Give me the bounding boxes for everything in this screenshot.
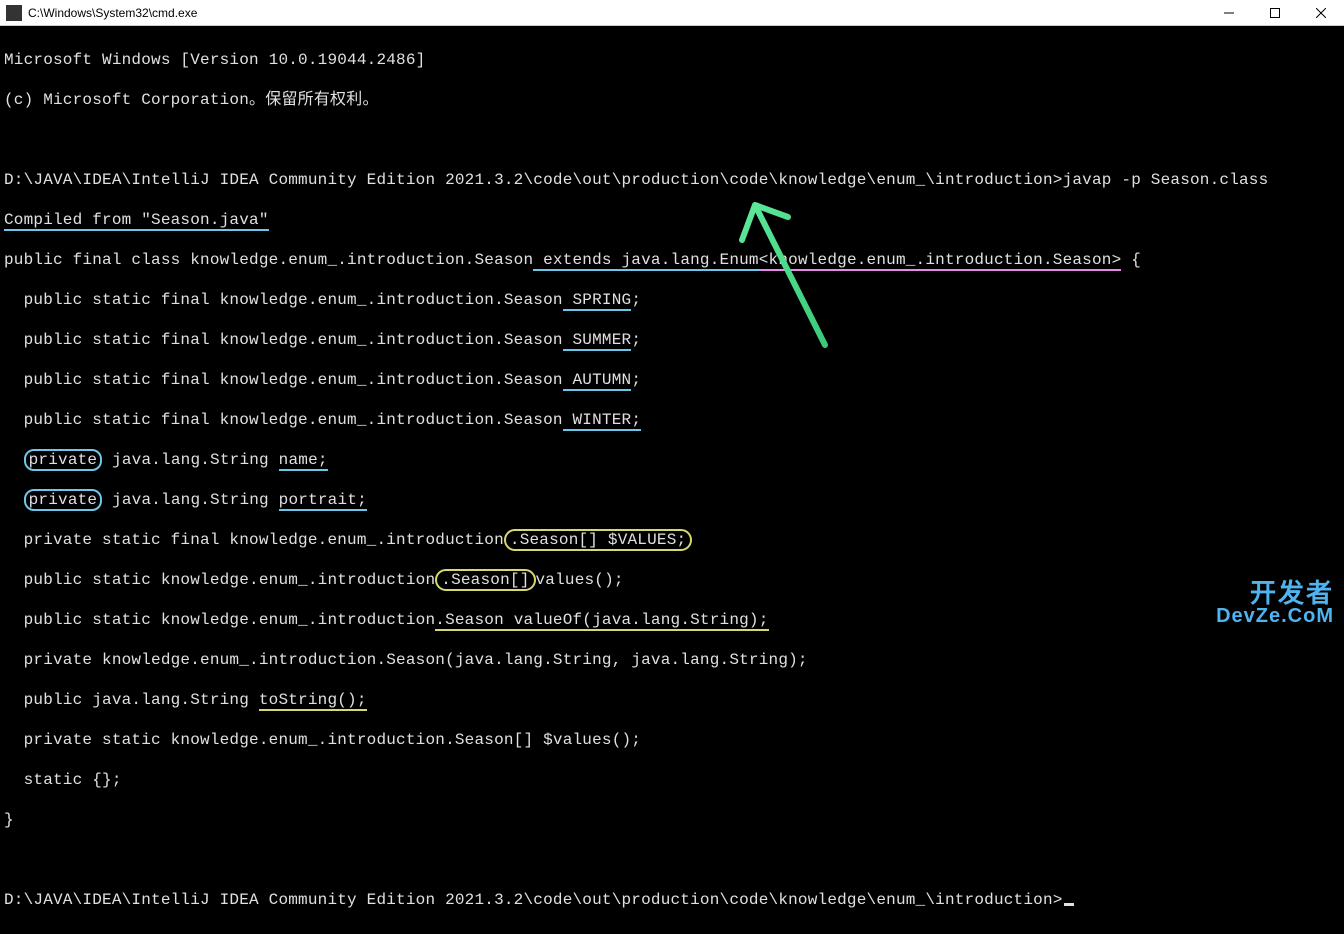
compiled-from: Compiled from "Season.java" — [4, 210, 1340, 230]
class-close: } — [4, 810, 1340, 830]
cursor — [1064, 903, 1074, 906]
constructor: private knowledge.enum_.introduction.Sea… — [4, 650, 1340, 670]
title-bar[interactable]: C:\Windows\System32\cmd.exe — [0, 0, 1344, 26]
command-line: D:\JAVA\IDEA\IntelliJ IDEA Community Edi… — [4, 170, 1340, 190]
field-spring: public static final knowledge.enum_.intr… — [4, 290, 1340, 310]
class-declaration: public final class knowledge.enum_.intro… — [4, 250, 1340, 270]
watermark: 开发者 DevZe.CoM — [1216, 580, 1334, 626]
close-button[interactable] — [1298, 0, 1344, 26]
method-dollarvalues: private static knowledge.enum_.introduct… — [4, 730, 1340, 750]
field-summer: public static final knowledge.enum_.intr… — [4, 330, 1340, 350]
field-winter: public static final knowledge.enum_.intr… — [4, 410, 1340, 430]
terminal-output[interactable]: Microsoft Windows [Version 10.0.19044.24… — [0, 26, 1344, 934]
static-block: static {}; — [4, 770, 1340, 790]
field-portrait: private java.lang.String portrait; — [4, 490, 1340, 510]
method-values: public static knowledge.enum_.introducti… — [4, 570, 1340, 590]
field-values: private static final knowledge.enum_.int… — [4, 530, 1340, 550]
field-autumn: public static final knowledge.enum_.intr… — [4, 370, 1340, 390]
window-title: C:\Windows\System32\cmd.exe — [28, 6, 1206, 20]
window-controls — [1206, 0, 1344, 25]
cmd-icon — [6, 5, 22, 21]
version-line: Microsoft Windows [Version 10.0.19044.24… — [4, 50, 1340, 70]
copyright-line: (c) Microsoft Corporation。保留所有权利。 — [4, 90, 1340, 110]
method-valueof: public static knowledge.enum_.introducti… — [4, 610, 1340, 630]
minimize-button[interactable] — [1206, 0, 1252, 26]
field-name: private java.lang.String name; — [4, 450, 1340, 470]
method-tostring: public java.lang.String toString(); — [4, 690, 1340, 710]
prompt-line: D:\JAVA\IDEA\IntelliJ IDEA Community Edi… — [4, 890, 1340, 910]
maximize-button[interactable] — [1252, 0, 1298, 26]
